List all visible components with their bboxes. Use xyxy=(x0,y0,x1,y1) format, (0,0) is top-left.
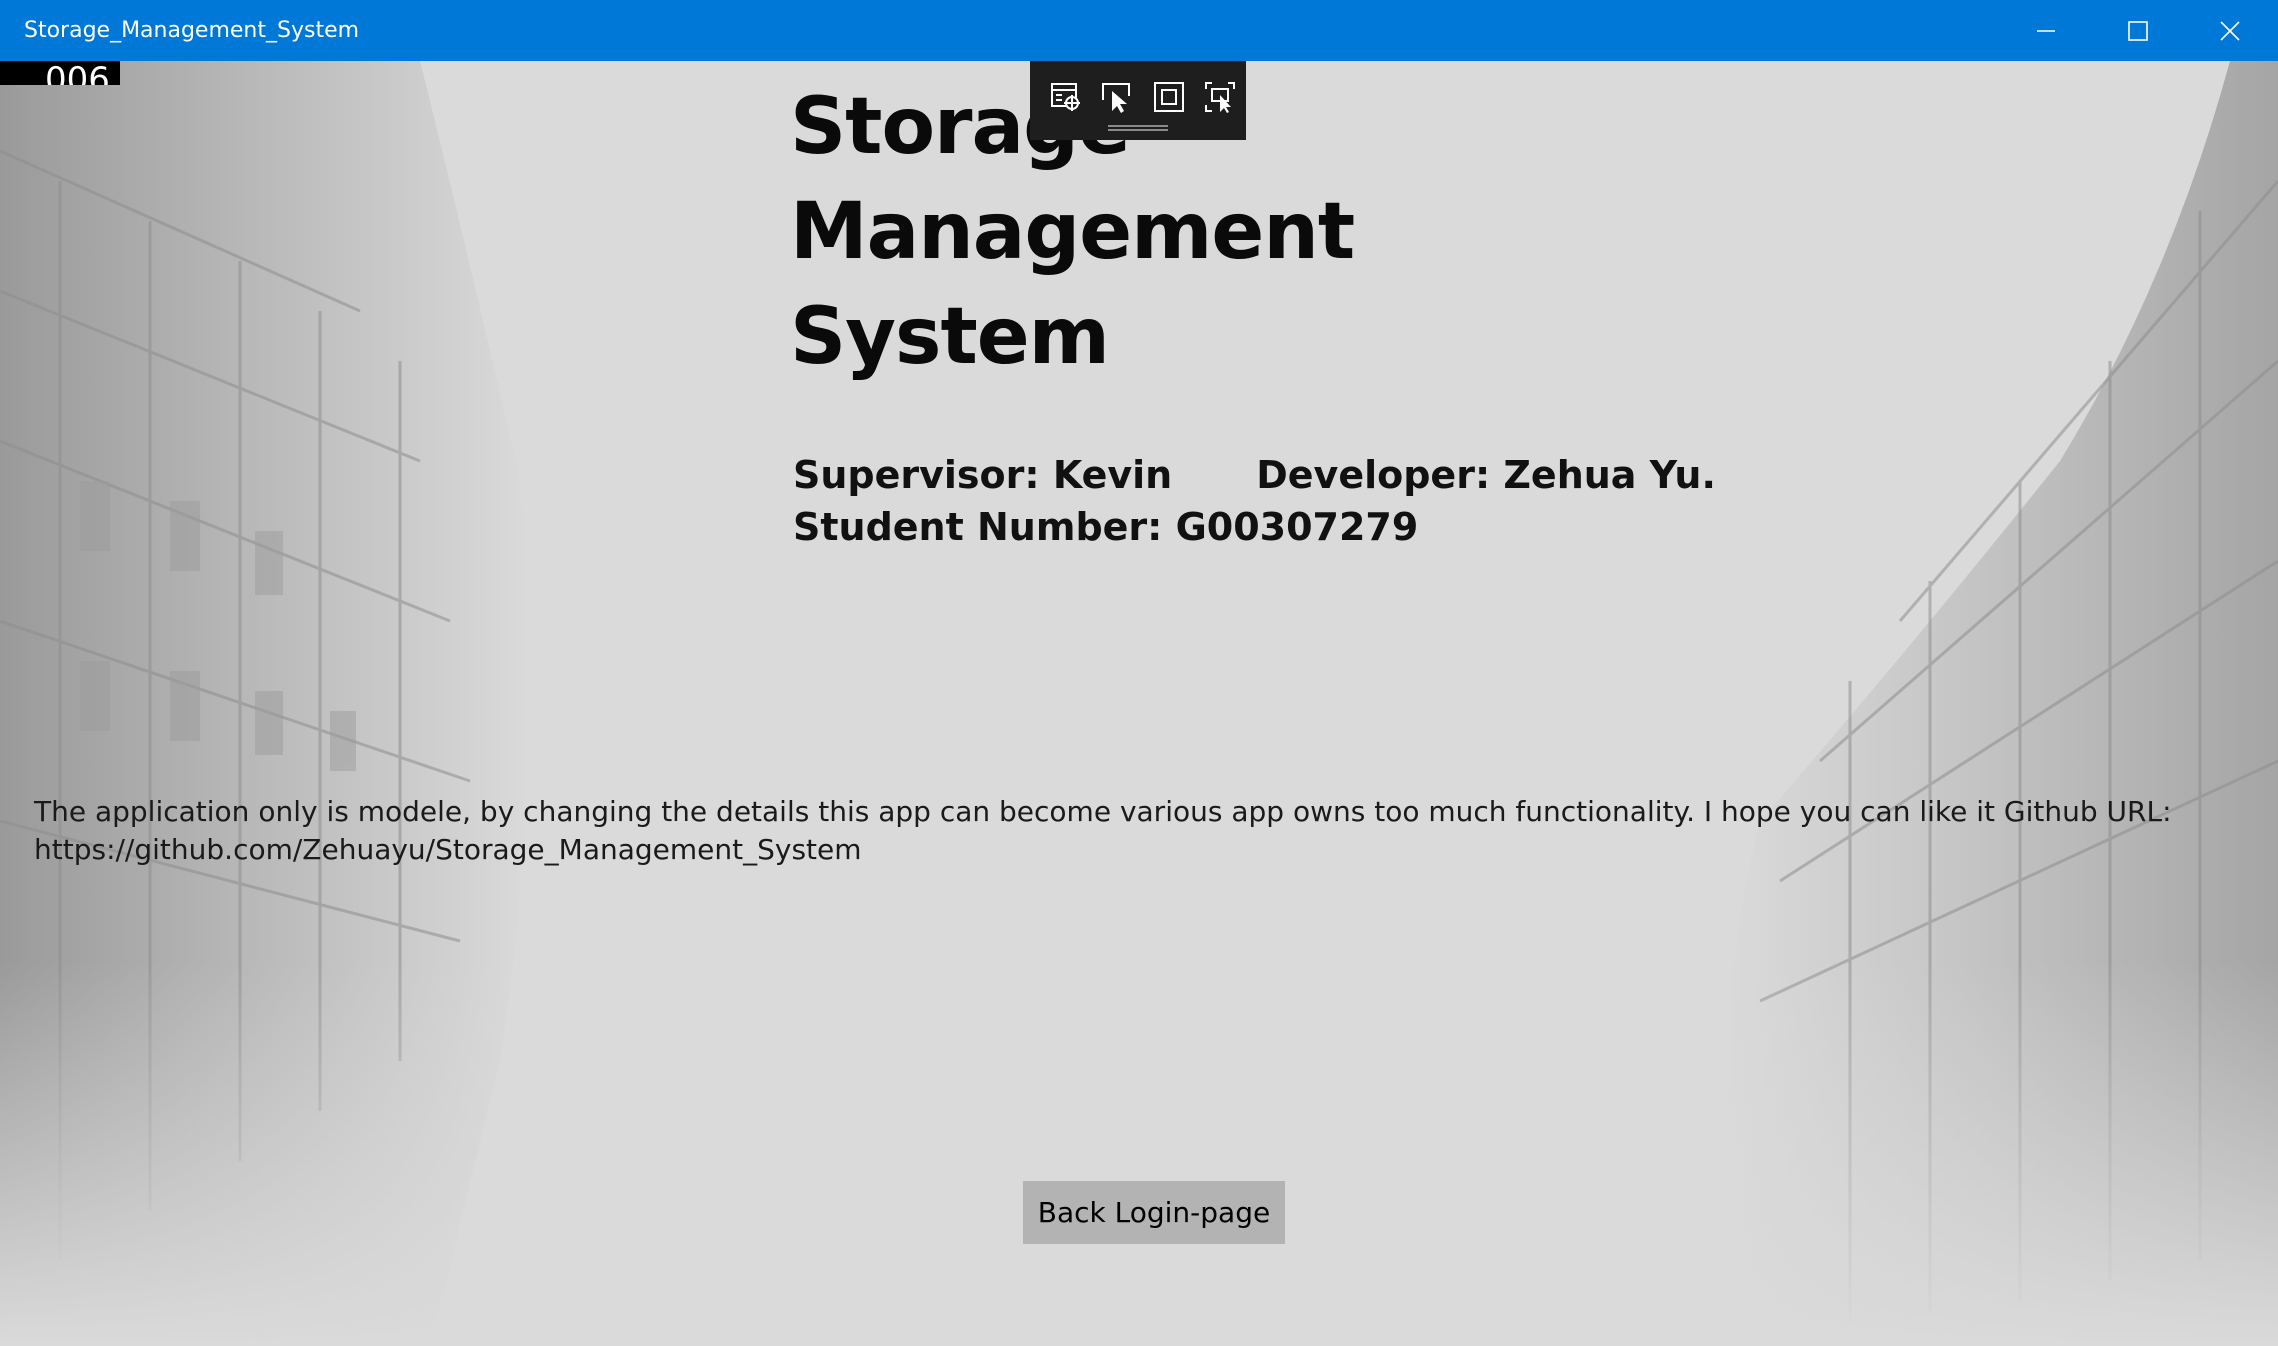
app-description: The application only is modele, by chang… xyxy=(34,795,2172,866)
debug-toolbar[interactable] xyxy=(1030,61,1246,140)
maximize-icon xyxy=(2128,20,2148,41)
close-button[interactable] xyxy=(2184,0,2276,61)
credits-block: Supervisor: Kevin Developer: Zehua Yu. St… xyxy=(793,449,1793,553)
track-focus-icon xyxy=(1205,82,1236,113)
track-focus-tool[interactable] xyxy=(1195,71,1247,123)
maximize-button[interactable] xyxy=(2092,0,2184,61)
developer-label: Developer: Zehua Yu. xyxy=(1256,453,1716,497)
frame-counter: 006 xyxy=(0,61,120,85)
student-number-label: Student Number: G00307279 xyxy=(793,505,1419,549)
display-layout-tool[interactable] xyxy=(1143,71,1195,123)
frame-counter-value: 006 xyxy=(45,61,110,85)
credits-row-1: Supervisor: Kevin Developer: Zehua Yu. xyxy=(793,449,1793,501)
minimize-button[interactable] xyxy=(2000,0,2092,61)
close-icon xyxy=(2220,20,2240,41)
toolbar-drag-handle[interactable] xyxy=(1108,125,1168,131)
select-element-tool[interactable] xyxy=(1040,71,1092,123)
title-bar[interactable]: Storage_Management_System xyxy=(0,0,2278,61)
select-element-icon xyxy=(1050,83,1080,111)
cursor-select-tool[interactable] xyxy=(1092,71,1144,123)
cursor-select-icon xyxy=(1102,83,1131,113)
app-window: Storage_Management_System 006 Storage Ma… xyxy=(0,0,2278,1346)
main-content: 006 Storage Management System Supervisor… xyxy=(0,61,2278,1346)
minimize-icon xyxy=(2037,29,2055,32)
window-title: Storage_Management_System xyxy=(24,18,360,43)
supervisor-label: Supervisor: Kevin xyxy=(793,453,1173,497)
display-layout-icon xyxy=(1153,82,1184,112)
back-login-page-button[interactable]: Back Login-page xyxy=(1023,1181,1285,1244)
